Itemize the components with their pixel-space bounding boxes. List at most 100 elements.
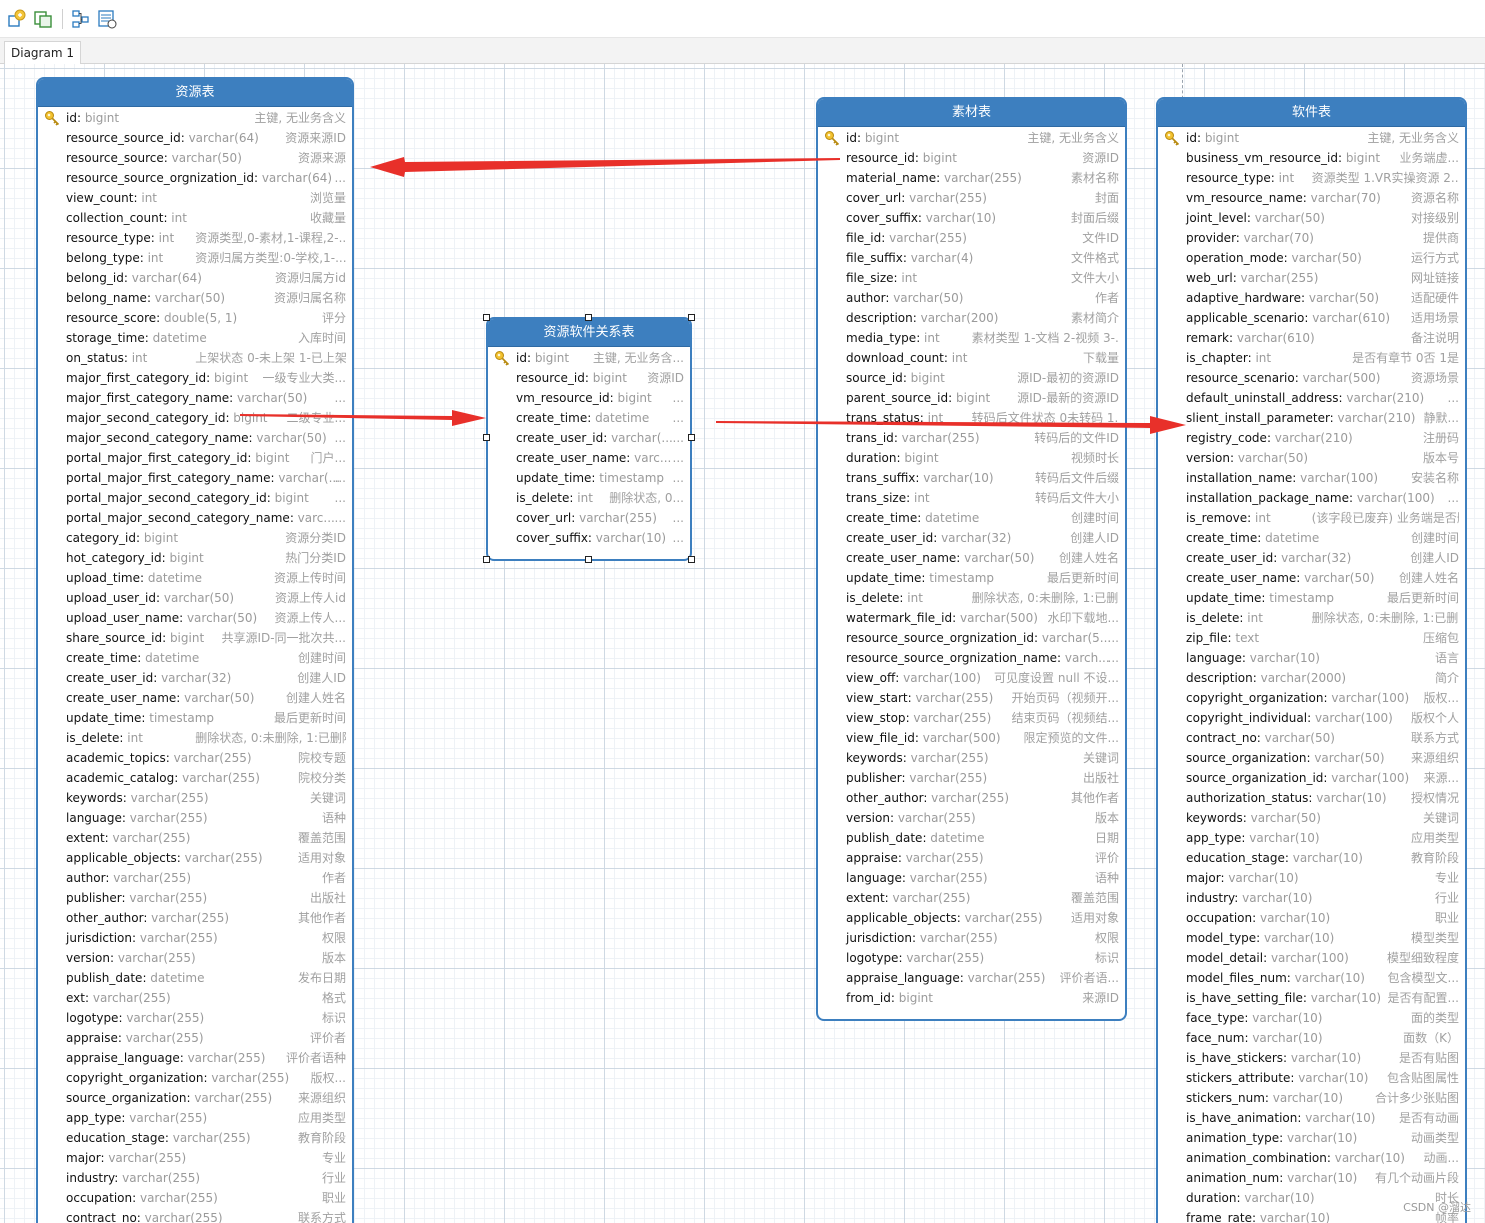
field-row[interactable]: academic_topics: varchar(255) 院校专题 — [38, 748, 352, 768]
field-row[interactable]: publisher: varchar(255) 出版社 — [38, 888, 352, 908]
field-row[interactable]: is_delete: int 删除状态, 0:未删除, 1:已删除 — [1158, 608, 1465, 628]
field-row[interactable]: source_organization_id: varchar(100) 来源..… — [1158, 768, 1465, 788]
entity-copy-icon[interactable] — [32, 8, 54, 30]
field-row[interactable]: operation_mode: varchar(50) 运行方式 — [1158, 248, 1465, 268]
field-row[interactable]: version: varchar(50) 版本号 — [1158, 448, 1465, 468]
field-row[interactable]: author: varchar(50) 作者 — [818, 288, 1125, 308]
field-row[interactable]: is_delete: int 删除状态, 0:未删除, 1:已删除 — [38, 728, 352, 748]
field-row[interactable]: update_time: timestamp 最后更新时间 — [818, 568, 1125, 588]
field-row[interactable]: major: varchar(255) 专业 — [38, 1148, 352, 1168]
field-row[interactable]: resource_score: double(5, 1) 评分 — [38, 308, 352, 328]
field-row[interactable]: description: varchar(200) 素材简介 — [818, 308, 1125, 328]
field-row[interactable]: create_user_id: varchar(32) 创建人ID — [1158, 548, 1465, 568]
field-row[interactable]: cover_url: varchar(255) 封面 — [818, 188, 1125, 208]
field-row[interactable]: major: varchar(10) 专业 — [1158, 868, 1465, 888]
selection-handle[interactable] — [688, 556, 695, 563]
field-row[interactable]: author: varchar(255) 作者 — [38, 868, 352, 888]
field-row[interactable]: view_start: varchar(255) 开始页码（视频开... — [818, 688, 1125, 708]
field-row[interactable]: appraise: varchar(255) 评价者 — [38, 1028, 352, 1048]
field-row[interactable]: create_user_name: varchar(50) 创建人姓名 — [38, 688, 352, 708]
field-row[interactable]: language: varchar(255) 语种 — [38, 808, 352, 828]
field-row[interactable]: ext: varchar(255) 格式 — [38, 988, 352, 1008]
field-row[interactable]: app_type: varchar(10) 应用类型 — [1158, 828, 1465, 848]
field-row[interactable]: upload_time: datetime 资源上传时间 — [38, 568, 352, 588]
field-row[interactable]: media_type: int 素材类型 1-文档 2-视频 3-... — [818, 328, 1125, 348]
field-row[interactable]: belong_type: int 资源归属方类型:0-学校,1-... — [38, 248, 352, 268]
field-row[interactable]: is_delete: int 删除状态, 0... — [488, 488, 690, 508]
field-row[interactable]: major_first_category_name: varchar(50)..… — [38, 388, 352, 408]
field-row[interactable]: publish_date: datetime 发布日期 — [38, 968, 352, 988]
selection-handle[interactable] — [688, 314, 695, 321]
field-row[interactable]: copyright_organization: varchar(100) 版权..… — [1158, 688, 1465, 708]
field-row[interactable]: keywords: varchar(255) 关键词 — [38, 788, 352, 808]
field-row[interactable]: industry: varchar(10) 行业 — [1158, 888, 1465, 908]
field-row[interactable]: keywords: varchar(255) 关键词 — [818, 748, 1125, 768]
field-row[interactable]: portal_major_first_category_name: varcha… — [38, 468, 352, 488]
field-row[interactable]: create_user_name: varc...... — [488, 448, 690, 468]
field-row[interactable]: animation_combination: varchar(10) 动画... — [1158, 1148, 1465, 1168]
field-row[interactable]: create_user_name: varchar(50) 创建人姓名 — [818, 548, 1125, 568]
field-row[interactable]: upload_user_id: varchar(50) 资源上传人id — [38, 588, 352, 608]
field-row[interactable]: update_time: timestamp 最后更新时间 — [38, 708, 352, 728]
field-row[interactable]: education_stage: varchar(255) 教育阶段 — [38, 1128, 352, 1148]
field-row[interactable]: logotype: varchar(255) 标识 — [818, 948, 1125, 968]
field-row[interactable]: resource_source_orgnization_id: varchar(… — [38, 168, 352, 188]
field-row[interactable]: adaptive_hardware: varchar(50) 适配硬件 — [1158, 288, 1465, 308]
field-row[interactable]: copyright_organization: varchar(255) 版权..… — [38, 1068, 352, 1088]
field-row[interactable]: is_have_stickers: varchar(10) 是否有贴图 — [1158, 1048, 1465, 1068]
field-row[interactable]: create_time: datetime 创建时间 — [818, 508, 1125, 528]
field-row[interactable]: parent_source_id: bigint 源ID-最新的资源ID — [818, 388, 1125, 408]
field-row[interactable]: stickers_num: varchar(10) 合计多少张贴图 — [1158, 1088, 1465, 1108]
field-row[interactable]: resource_type: int 资源类型 1.VR实操资源 2... — [1158, 168, 1465, 188]
field-row[interactable]: appraise: varchar(255) 评价 — [818, 848, 1125, 868]
field-row[interactable]: stickers_attribute: varchar(10) 包含贴图属性 — [1158, 1068, 1465, 1088]
field-row[interactable]: contract_no: varchar(255) 联系方式 — [38, 1208, 352, 1223]
field-row[interactable]: resource_type: int 资源类型,0-素材,1-课程,2-... — [38, 228, 352, 248]
field-row[interactable]: material_name: varchar(255) 素材名称 — [818, 168, 1125, 188]
field-row[interactable]: is_remove: int (该字段已废弃) 业务端是否删... — [1158, 508, 1465, 528]
field-row[interactable]: vm_resource_name: varchar(70) 资源名称 — [1158, 188, 1465, 208]
field-row[interactable]: logotype: varchar(255) 标识 — [38, 1008, 352, 1028]
field-row[interactable]: appraise_language: varchar(255) 评价者语种 — [38, 1048, 352, 1068]
field-row[interactable]: vm_resource_id: bigint... — [488, 388, 690, 408]
field-row[interactable]: animation_type: varchar(10) 动画类型 — [1158, 1128, 1465, 1148]
field-row[interactable]: file_suffix: varchar(4) 文件格式 — [818, 248, 1125, 268]
field-row[interactable]: animation_num: varchar(10) 有几个动画片段 — [1158, 1168, 1465, 1188]
field-row[interactable]: resource_id: bigint 资源ID — [488, 368, 690, 388]
field-row[interactable]: app_type: varchar(255) 应用类型 — [38, 1108, 352, 1128]
field-row[interactable]: create_user_id: varchar(32) 创建人ID — [818, 528, 1125, 548]
field-row[interactable]: share_source_id: bigint 共享源ID-同一批次共... — [38, 628, 352, 648]
field-row[interactable]: industry: varchar(255) 行业 — [38, 1168, 352, 1188]
field-row[interactable]: id: bigint 主键, 无业务含义 — [1158, 128, 1465, 148]
field-row[interactable]: language: varchar(10) 语言 — [1158, 648, 1465, 668]
field-row[interactable]: portal_major_second_category_id: bigint.… — [38, 488, 352, 508]
field-row[interactable]: cover_url: varchar(255)... — [488, 508, 690, 528]
field-row[interactable]: applicable_scenario: varchar(610) 适用场景 — [1158, 308, 1465, 328]
selection-handle[interactable] — [483, 556, 490, 563]
field-row[interactable]: is_have_setting_file: varchar(10) 是否有配置..… — [1158, 988, 1465, 1008]
selection-handle[interactable] — [585, 314, 592, 321]
field-row[interactable]: hot_category_id: bigint 热门分类ID — [38, 548, 352, 568]
field-row[interactable]: installation_name: varchar(100) 安装名称 — [1158, 468, 1465, 488]
field-row[interactable]: academic_catalog: varchar(255) 院校分类 — [38, 768, 352, 788]
field-row[interactable]: create_time: datetime 创建时间 — [1158, 528, 1465, 548]
field-row[interactable]: cover_suffix: varchar(10)... — [488, 528, 690, 548]
field-row[interactable]: create_user_name: varchar(50) 创建人姓名 — [1158, 568, 1465, 588]
field-row[interactable]: appraise_language: varchar(255) 评价者语... — [818, 968, 1125, 988]
field-row[interactable]: upload_user_name: varchar(50) 资源上传人... — [38, 608, 352, 628]
field-row[interactable]: create_user_id: varchar(...... — [488, 428, 690, 448]
field-row[interactable]: category_id: bigint 资源分类ID — [38, 528, 352, 548]
field-row[interactable]: create_user_id: varchar(32) 创建人ID — [38, 668, 352, 688]
field-row[interactable]: occupation: varchar(255) 职业 — [38, 1188, 352, 1208]
field-row[interactable]: zip_file: text 压缩包 — [1158, 628, 1465, 648]
field-row[interactable]: education_stage: varchar(10) 教育阶段 — [1158, 848, 1465, 868]
field-row[interactable]: view_file_id: varchar(500) 限定预览的文件... — [818, 728, 1125, 748]
field-row[interactable]: portal_major_first_category_id: bigint 门户… — [38, 448, 352, 468]
field-row[interactable]: is_have_animation: varchar(10) 是否有动画 — [1158, 1108, 1465, 1128]
field-row[interactable]: source_id: bigint 源ID-最初的资源ID — [818, 368, 1125, 388]
field-row[interactable]: extent: varchar(255) 覆盖范围 — [38, 828, 352, 848]
field-row[interactable]: resource_source_orgnization_name: varch.… — [818, 648, 1125, 668]
entity-material-table[interactable]: 素材表 id: bigint 主键, 无业务含义 resource_id: bigi… — [816, 97, 1127, 1021]
field-row[interactable]: create_time: datetime... — [488, 408, 690, 428]
field-row[interactable]: extent: varchar(255) 覆盖范围 — [818, 888, 1125, 908]
